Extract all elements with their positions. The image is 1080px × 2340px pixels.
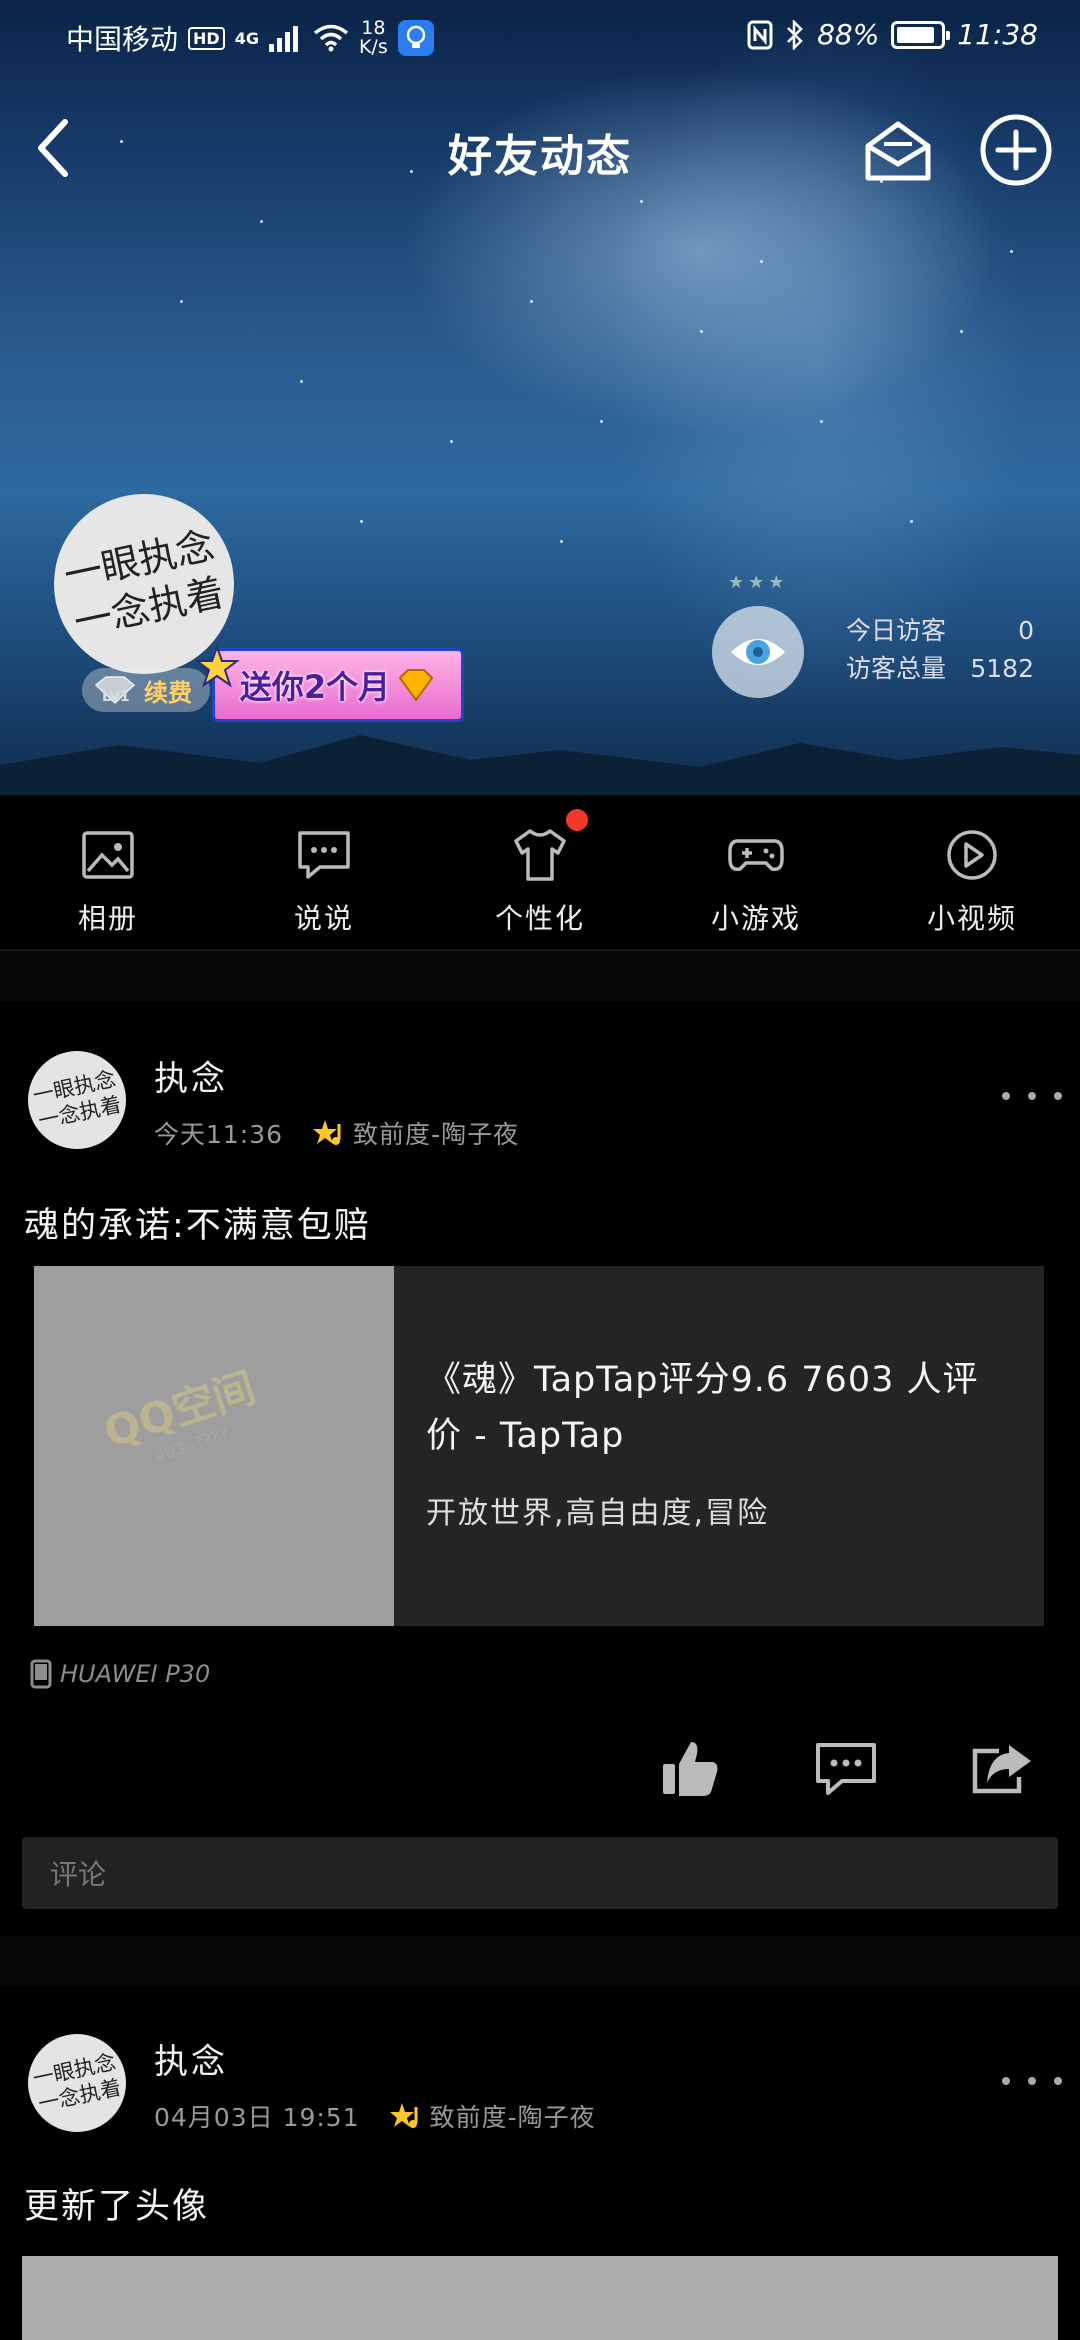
shortcut-videos[interactable]: 小视频 xyxy=(864,795,1080,949)
bluetooth-icon xyxy=(787,19,803,50)
visitors-today-value: 0 xyxy=(1018,616,1034,645)
notification-app-icon xyxy=(397,20,434,56)
visitor-button[interactable] xyxy=(712,606,804,698)
shortcut-label: 相册 xyxy=(77,902,138,935)
link-thumbnail: QQ空间 403--???? xyxy=(34,1266,394,1626)
phone-icon xyxy=(30,1659,52,1689)
nfc-icon xyxy=(747,20,773,49)
level-label: LV1 xyxy=(102,689,130,705)
post-image[interactable] xyxy=(22,2256,1058,2340)
post-text: 魂的承诺:不满意包赔 xyxy=(24,1206,371,1246)
thumbs-up-icon xyxy=(663,1742,718,1796)
post-more-button[interactable] xyxy=(1002,2066,1062,2096)
shortcut-label: 说说 xyxy=(293,902,354,935)
music-star-icon xyxy=(313,1120,341,1145)
mailbox-button[interactable] xyxy=(858,108,938,188)
comment-button[interactable] xyxy=(768,1729,924,1809)
visitor-stats[interactable]: 今日访客 0 访客总量 5182 xyxy=(846,612,1034,688)
photo-icon xyxy=(82,831,134,879)
shortcut-personalize[interactable]: 个性化 xyxy=(432,795,648,949)
renew-label: 续费 xyxy=(144,678,192,707)
cover-header: 中国移动 HD 4G 18 K/s 88% 11:38 好友动态 一眼执念 一念… xyxy=(0,0,1080,795)
status-bar: 中国移动 HD 4G 18 K/s 88% 11:38 xyxy=(0,0,1080,72)
gift-vip-banner[interactable]: 送你2个月 xyxy=(195,645,464,722)
feed: 一眼执念 一念执着 执念 今天11:36 致前度-陶子夜 魂的承诺:不满意包赔 … xyxy=(0,951,1080,2340)
carrier-name: 中国移动 xyxy=(66,23,179,56)
add-post-button[interactable] xyxy=(978,112,1054,188)
visitors-total-value: 5182 xyxy=(970,654,1034,683)
shirt-icon xyxy=(514,829,566,881)
shortcut-moments[interactable]: 说说 xyxy=(216,795,432,949)
feed-divider xyxy=(0,1936,1080,1986)
shortcut-row: 相册 说说 个性化 小游戏 小视频 xyxy=(0,795,1080,951)
post-meta: 今天11:36 致前度-陶子夜 xyxy=(154,1115,519,1151)
shared-link-card[interactable]: QQ空间 403--???? 《魂》TapTap评分9.6 7603 人评价 -… xyxy=(34,1266,1044,1626)
post-author-name[interactable]: 执念 xyxy=(154,1051,228,1100)
comment-input[interactable]: 评论 xyxy=(22,1837,1058,1909)
network-type: 4G xyxy=(234,28,259,48)
post-device: HUAWEI P30 xyxy=(30,1659,210,1689)
post-author-name[interactable]: 执念 xyxy=(154,2034,228,2083)
post-song[interactable]: 致前度-陶子夜 xyxy=(353,1115,519,1151)
feed-post: 一眼执念 一念执着 执念 04月03日 19:51 致前度-陶子夜 更新了头像 xyxy=(0,1986,1080,2340)
music-star-icon xyxy=(389,2103,418,2128)
post-author-avatar[interactable]: 一眼执念 一念执着 xyxy=(28,1051,126,1149)
shortcut-label: 个性化 xyxy=(494,902,585,935)
eye-icon xyxy=(731,639,785,665)
feed-post: 一眼执念 一念执着 执念 今天11:36 致前度-陶子夜 魂的承诺:不满意包赔 … xyxy=(0,1001,1080,1921)
mail-icon xyxy=(865,121,931,181)
shortcut-album[interactable]: 相册 xyxy=(0,795,216,949)
share-button[interactable] xyxy=(924,1729,1080,1809)
comment-icon xyxy=(816,1743,876,1795)
like-button[interactable] xyxy=(612,1729,768,1809)
shortcut-label: 小游戏 xyxy=(710,902,801,935)
signal-icon xyxy=(268,26,298,52)
battery-icon xyxy=(891,20,951,49)
diamond-icon: LV1 xyxy=(92,675,138,705)
star-icon xyxy=(195,645,239,688)
visitors-total-label: 访客总量 xyxy=(846,654,947,683)
post-author-avatar[interactable]: 一眼执念 一念执着 xyxy=(28,2034,126,2132)
network-speed: 18 K/s xyxy=(358,17,388,58)
hd-badge: HD xyxy=(188,26,225,50)
link-description: 开放世界,高自由度,冒险 xyxy=(426,1496,770,1531)
mountain-silhouette xyxy=(0,735,1080,795)
new-badge xyxy=(566,809,588,831)
wifi-icon xyxy=(313,24,349,52)
vip-level-badge[interactable]: LV1 续费 xyxy=(82,668,210,712)
gift-label: 送你2个月 xyxy=(239,668,391,706)
feed-divider xyxy=(0,951,1080,1001)
nav-bar: 好友动态 xyxy=(0,100,1080,200)
post-more-button[interactable] xyxy=(1002,1081,1062,1111)
post-time: 04月03日 19:51 xyxy=(154,2103,360,2132)
plus-circle-icon xyxy=(980,114,1052,186)
shortcut-games[interactable]: 小游戏 xyxy=(648,795,864,949)
clock: 11:38 xyxy=(957,18,1038,51)
visitors-today-label: 今日访客 xyxy=(846,616,947,645)
visitor-stars: ★★★ xyxy=(728,572,789,593)
chat-icon xyxy=(298,831,350,879)
gamepad-icon xyxy=(728,839,784,872)
link-title: 《魂》TapTap评分9.6 7603 人评价 - TapTap xyxy=(426,1360,979,1456)
post-song[interactable]: 致前度-陶子夜 xyxy=(430,2098,596,2134)
shortcut-label: 小视频 xyxy=(926,902,1017,935)
post-text: 更新了头像 xyxy=(24,2187,210,2227)
post-meta: 04月03日 19:51 致前度-陶子夜 xyxy=(154,2098,596,2134)
qzone-watermark: QQ空间 403--???? xyxy=(98,1362,262,1466)
lightbulb-icon xyxy=(406,25,425,48)
play-icon xyxy=(947,830,997,880)
comment-placeholder: 评论 xyxy=(50,1858,107,1891)
post-time: 今天11:36 xyxy=(154,1120,284,1149)
battery-percent: 88% xyxy=(817,18,880,51)
share-icon xyxy=(972,1745,1031,1794)
post-actions xyxy=(612,1729,1080,1809)
gem-icon xyxy=(398,669,434,702)
